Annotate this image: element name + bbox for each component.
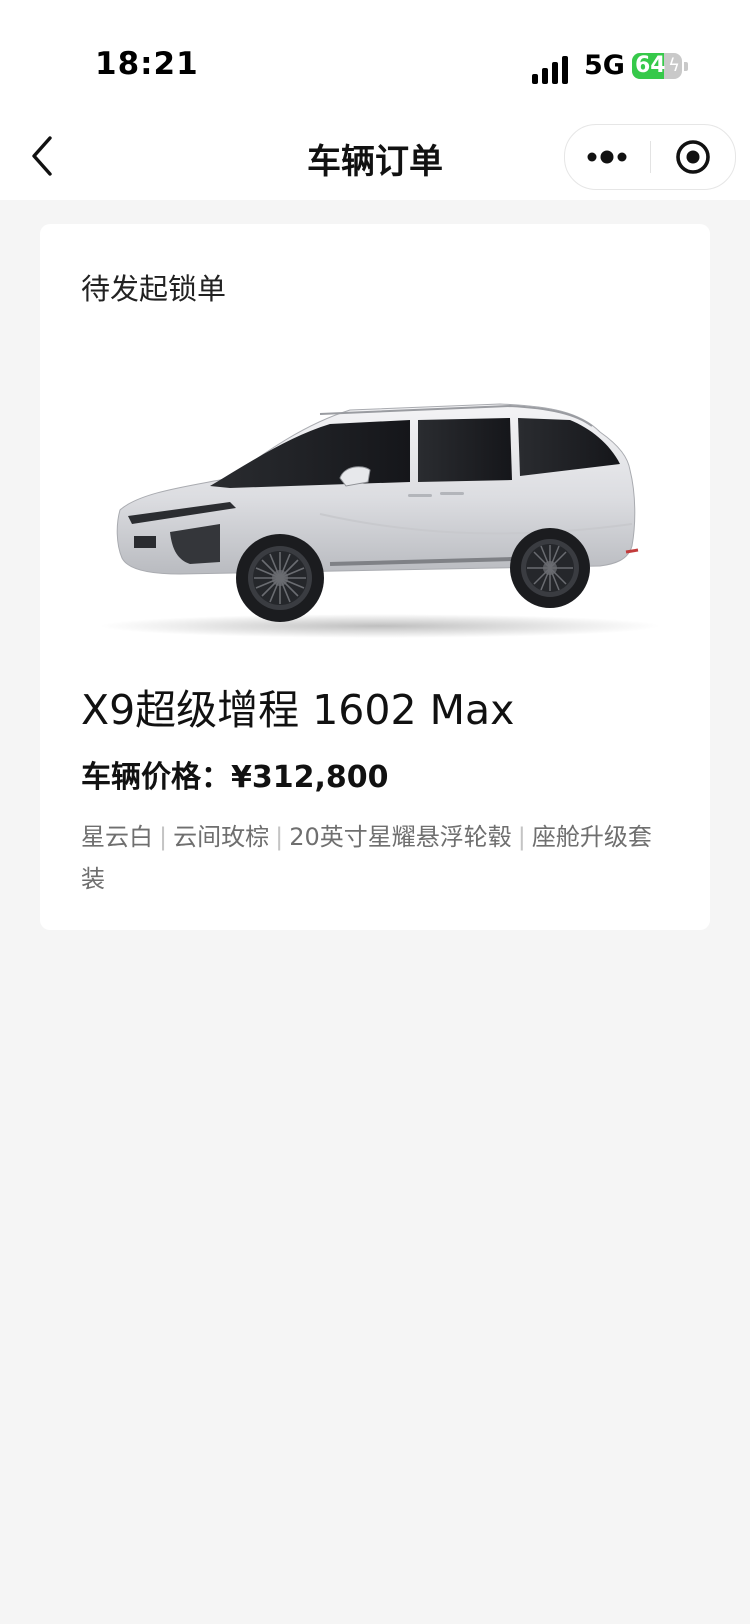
signal-icon bbox=[532, 54, 574, 84]
option-interior: 云间玫棕 bbox=[173, 823, 270, 851]
charging-bolt-icon: ϟ bbox=[668, 55, 680, 76]
price-row: 车辆价格：¥312,800 bbox=[81, 752, 389, 796]
option-wheels: 20英寸星耀悬浮轮毂 bbox=[289, 823, 512, 851]
option-color: 星云白 bbox=[81, 823, 153, 851]
battery-cap bbox=[684, 62, 688, 71]
order-status: 待发起锁单 bbox=[81, 272, 227, 306]
more-dots-icon bbox=[587, 150, 627, 164]
mini-program-capsule bbox=[564, 124, 736, 190]
network-type: 5G bbox=[584, 50, 625, 81]
order-card[interactable]: 待发起锁单 X9超级增程 1602 Max 车辆价格：¥312,800 星云白 … bbox=[40, 224, 710, 930]
more-button[interactable] bbox=[565, 125, 649, 189]
option-list: 星云白 | 云间玫棕 | 20英寸星耀悬浮轮毂 | 座舱升级套装 bbox=[81, 816, 671, 900]
battery-icon: 64 ϟ bbox=[632, 53, 682, 79]
car-image bbox=[100, 403, 660, 638]
price-label: 车辆价格： bbox=[81, 760, 231, 795]
option-separator: | bbox=[517, 823, 526, 851]
price-value: ¥312,800 bbox=[231, 760, 389, 795]
model-name: X9超级增程 1602 Max bbox=[81, 686, 515, 734]
option-separator: | bbox=[159, 823, 168, 851]
status-bar: 18:21 5G 64 ϟ bbox=[0, 0, 750, 118]
option-separator: | bbox=[275, 823, 284, 851]
battery-percent: 64 bbox=[635, 53, 666, 78]
close-button[interactable] bbox=[651, 125, 735, 189]
status-time: 18:21 bbox=[95, 46, 199, 82]
nav-bar: 车辆订单 bbox=[0, 118, 750, 200]
target-close-icon bbox=[676, 140, 710, 174]
